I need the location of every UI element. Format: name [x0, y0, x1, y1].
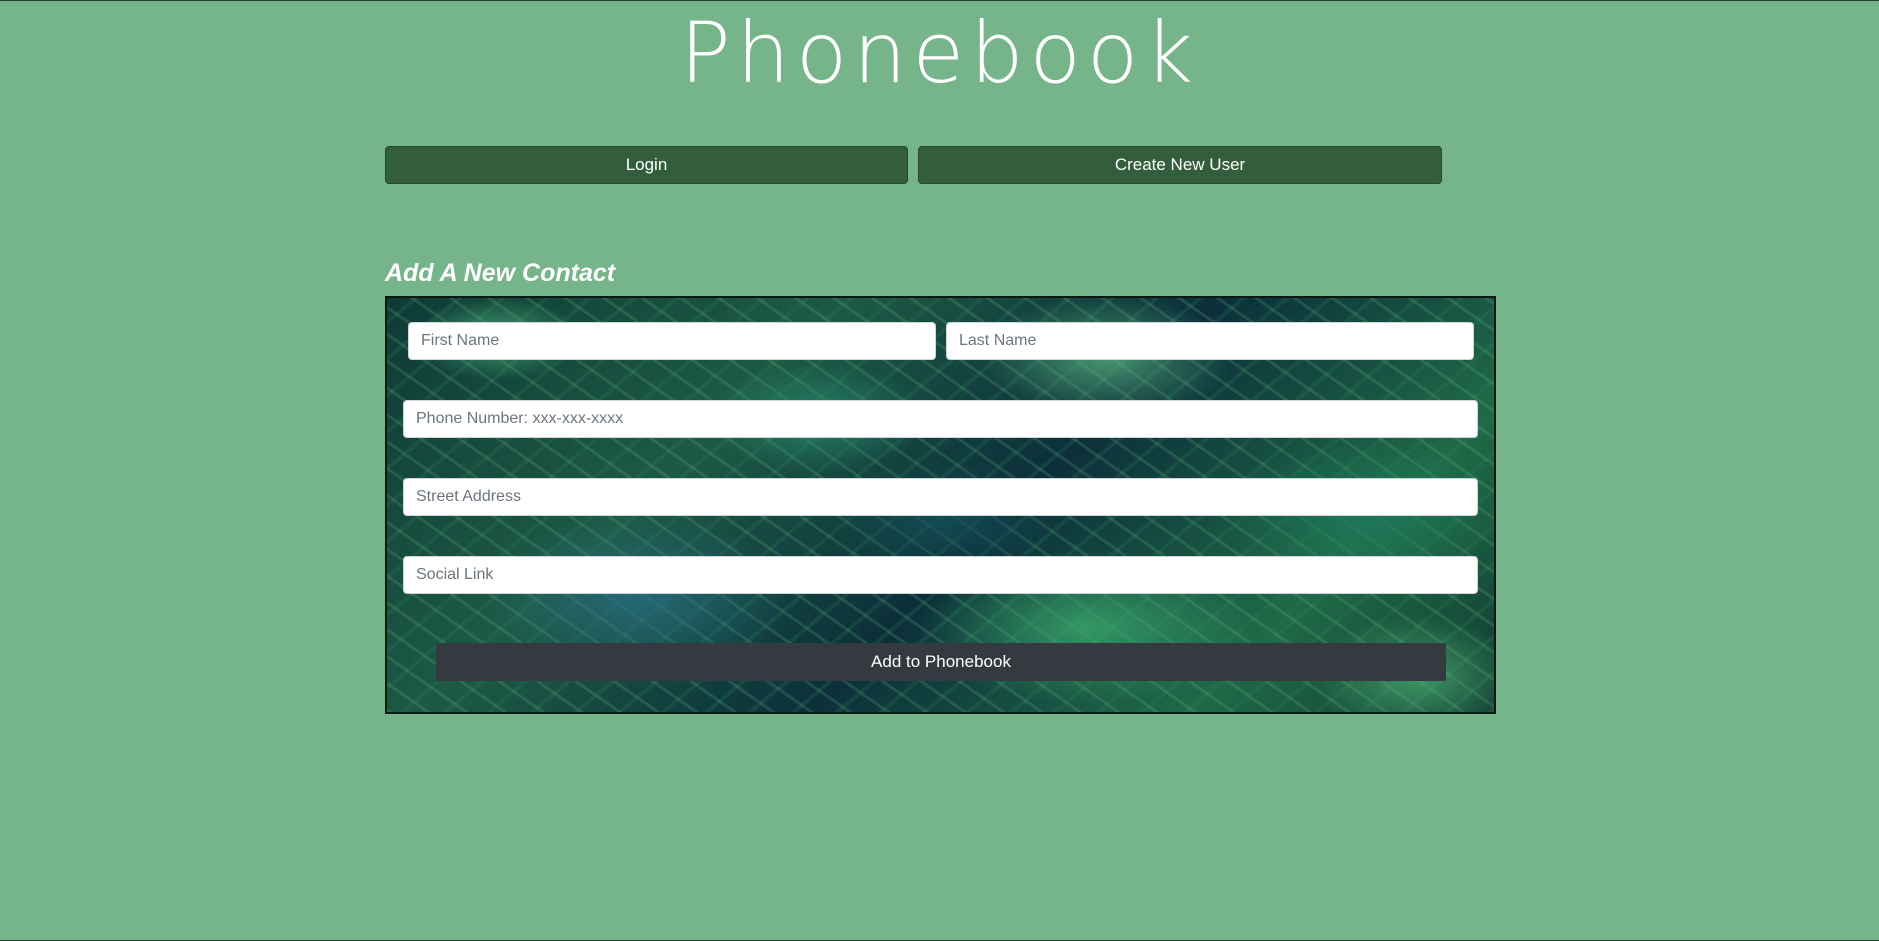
add-contact-form: Add to Phonebook [385, 296, 1496, 714]
page-title: Phonebook [680, 4, 1199, 102]
first-name-input[interactable] [408, 322, 936, 360]
page: Phonebook Login Create New User Add A Ne… [0, 0, 1879, 941]
last-name-input[interactable] [946, 322, 1474, 360]
create-new-user-button[interactable]: Create New User [918, 146, 1442, 184]
add-contact-heading: Add A New Contact [385, 259, 616, 287]
street-address-input[interactable] [403, 478, 1478, 516]
login-button[interactable]: Login [385, 146, 908, 184]
add-to-phonebook-button[interactable]: Add to Phonebook [436, 643, 1446, 681]
phone-number-input[interactable] [403, 400, 1478, 438]
social-link-input[interactable] [403, 556, 1478, 594]
